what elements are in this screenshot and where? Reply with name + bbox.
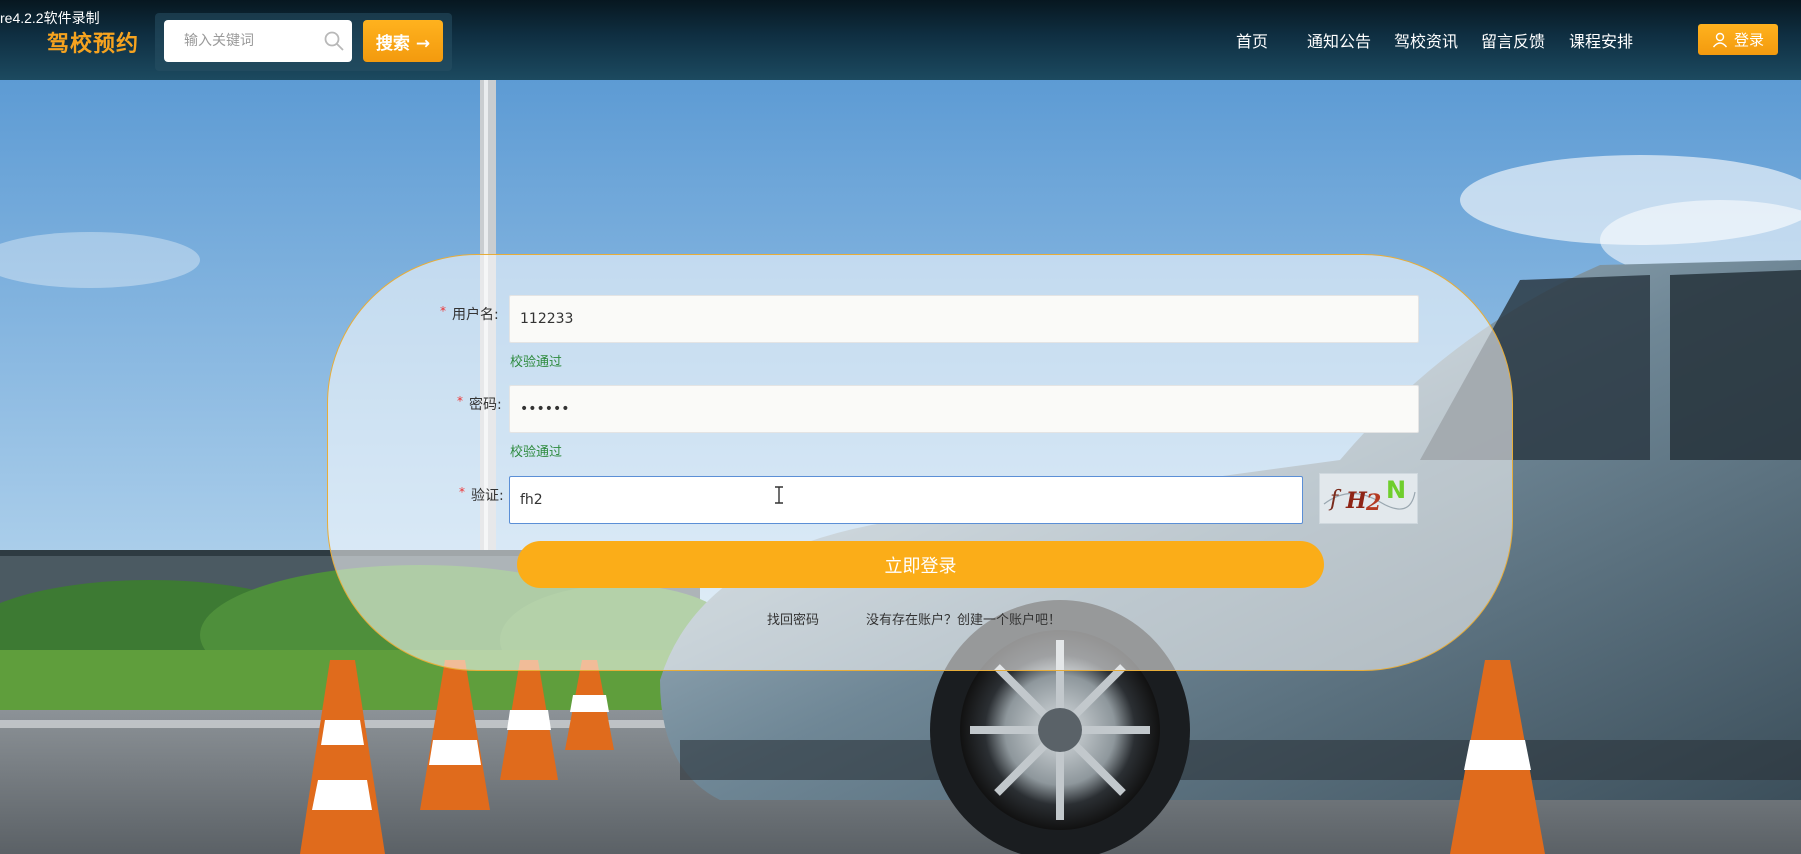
password-label: * 密码: xyxy=(457,394,502,413)
site-logo[interactable]: 驾校预约 xyxy=(47,26,139,58)
login-button[interactable]: 登录 xyxy=(1698,24,1778,55)
nav-feedback[interactable]: 留言反馈 xyxy=(1481,28,1545,52)
username-field[interactable] xyxy=(509,295,1419,343)
username-hint: 校验通过 xyxy=(510,355,563,370)
register-link[interactable]: 没有存在账户？创建一个账户吧！ xyxy=(866,609,1061,628)
svg-text:N: N xyxy=(1386,476,1406,504)
search-button[interactable]: 搜索 → xyxy=(363,20,443,62)
recording-watermark: re4.2.2软件录制 xyxy=(0,10,100,26)
required-mark: * xyxy=(457,394,463,408)
password-field[interactable] xyxy=(509,385,1419,433)
required-mark: * xyxy=(459,485,465,499)
user-icon xyxy=(1712,32,1728,47)
submit-login-button[interactable]: 立即登录 xyxy=(517,541,1324,588)
captcha-graphic: f H 2 N xyxy=(1323,476,1416,516)
login-button-label: 登录 xyxy=(1733,31,1764,49)
captcha-field[interactable] xyxy=(509,476,1303,524)
svg-text:H: H xyxy=(1345,488,1368,514)
password-hint: 校验通过 xyxy=(510,445,563,460)
svg-text:f: f xyxy=(1328,487,1342,512)
search-icon[interactable] xyxy=(323,30,345,52)
captcha-label: * 验证: xyxy=(459,485,504,504)
captcha-image[interactable]: f H 2 N xyxy=(1319,473,1418,524)
nav-course-schedule[interactable]: 课程安排 xyxy=(1569,28,1633,52)
username-label: * 用户名: xyxy=(440,304,499,323)
forgot-password-link[interactable]: 找回密码 xyxy=(767,609,819,628)
nav-school-news[interactable]: 驾校资讯 xyxy=(1394,28,1458,52)
nav-announcements[interactable]: 通知公告 xyxy=(1307,28,1371,52)
required-mark: * xyxy=(440,304,446,318)
svg-text:2: 2 xyxy=(1365,490,1381,516)
text-cursor-icon xyxy=(775,486,783,504)
nav-home[interactable]: 首页 xyxy=(1236,28,1268,52)
